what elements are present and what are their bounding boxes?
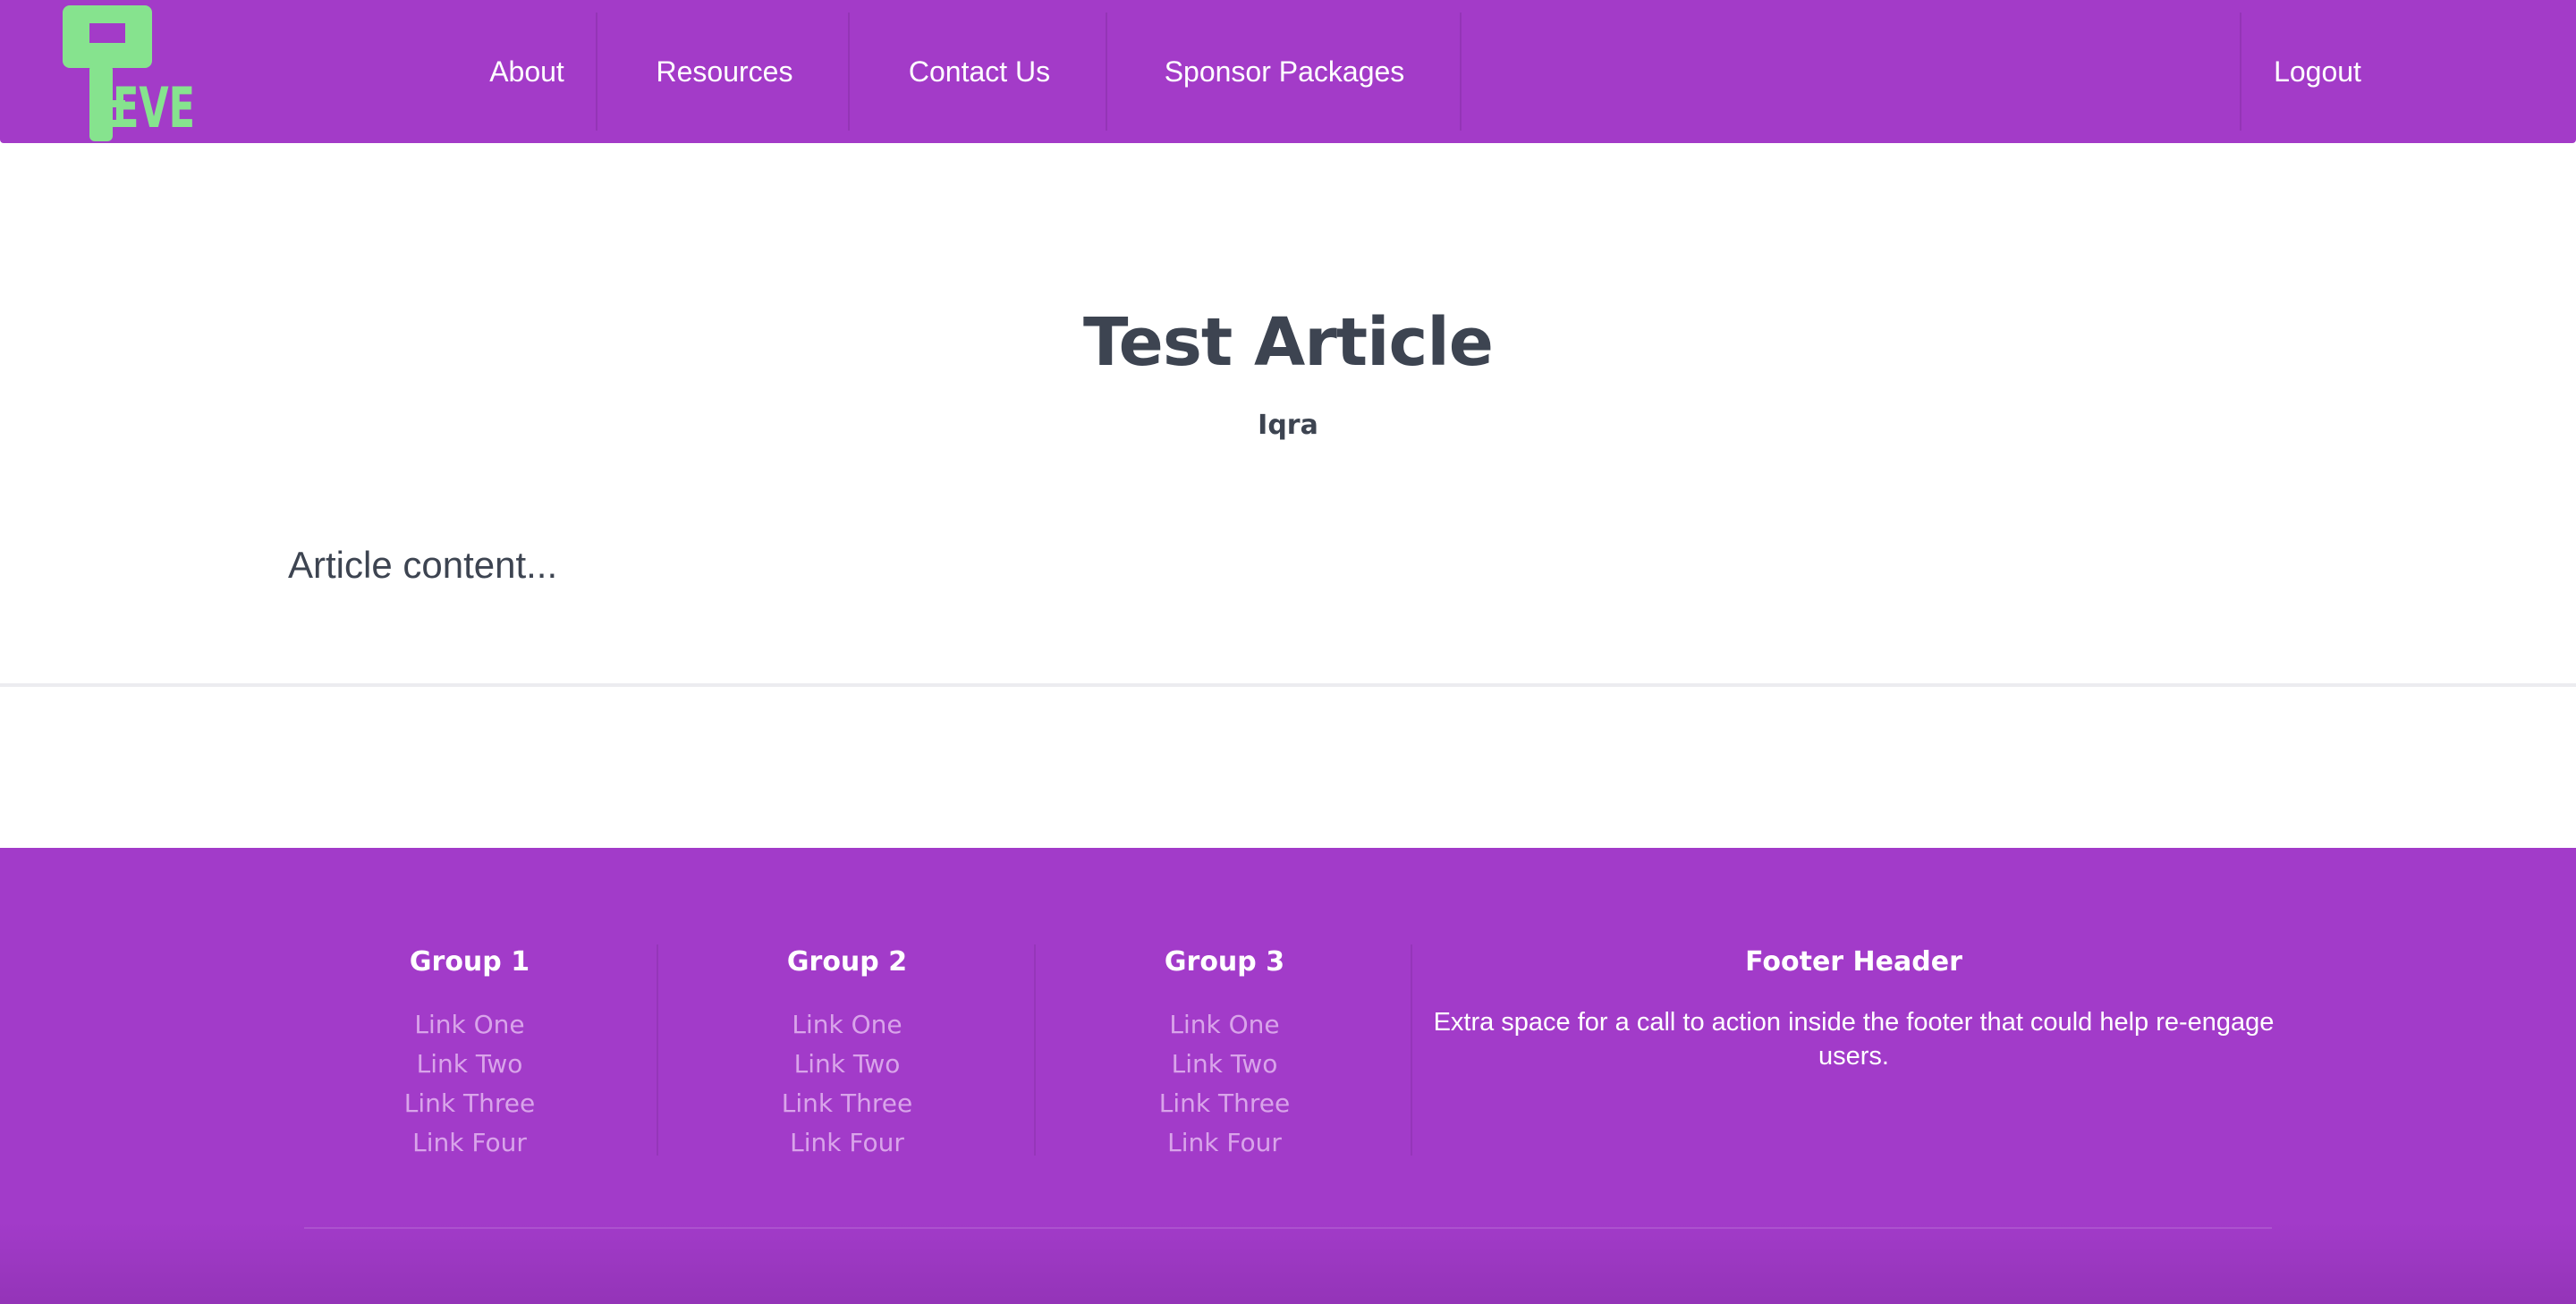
nav-contact-us-link[interactable]: Contact Us (852, 13, 1107, 131)
article-author: Iqra (1258, 410, 1318, 441)
footer-group-1: Group 1 Link One Link Two Link Three Lin… (282, 946, 657, 1163)
footer-link-two[interactable]: Link Two (1037, 1045, 1412, 1084)
footer-divider (1411, 944, 1412, 1156)
eve-key-logo[interactable]: EVE (63, 5, 197, 141)
nav-resources-link[interactable]: Resources (599, 13, 850, 131)
footer-link-three[interactable]: Link Three (659, 1084, 1035, 1123)
footer-group-title: Group 1 (409, 946, 530, 978)
nav-divider (1106, 13, 1107, 131)
article-content: Article content... (288, 544, 558, 586)
footer-group-3: Group 3 Link One Link Two Link Three Lin… (1037, 946, 1412, 1163)
logo-text: EVE (113, 75, 195, 140)
nav-about-link[interactable]: About (460, 13, 594, 131)
footer-link-four[interactable]: Link Four (1037, 1123, 1412, 1163)
footer-link-one[interactable]: Link One (659, 1005, 1035, 1045)
footer-cta-title: Footer Header (1745, 946, 1962, 978)
footer-cta: Footer Header Extra space for a call to … (1422, 946, 2285, 1073)
footer-link-four[interactable]: Link Four (659, 1123, 1035, 1163)
site-footer: Group 1 Link One Link Two Link Three Lin… (0, 848, 2576, 1304)
nav-sponsor-packages-link[interactable]: Sponsor Packages (1109, 13, 1460, 131)
footer-link-three[interactable]: Link Three (282, 1084, 657, 1123)
footer-bottom-divider (304, 1227, 2272, 1229)
top-navbar: EVE About Resources Contact Us Sponsor P… (0, 0, 2576, 143)
footer-link-one[interactable]: Link One (282, 1005, 657, 1045)
footer-link-one[interactable]: Link One (1037, 1005, 1412, 1045)
footer-group-title: Group 3 (1164, 946, 1285, 978)
footer-group-2: Group 2 Link One Link Two Link Three Lin… (659, 946, 1035, 1163)
footer-link-three[interactable]: Link Three (1037, 1084, 1412, 1123)
nav-divider (596, 13, 597, 131)
footer-link-four[interactable]: Link Four (282, 1123, 657, 1163)
footer-cta-text: Extra space for a call to action inside … (1433, 1008, 2275, 1071)
footer-link-two[interactable]: Link Two (282, 1045, 657, 1084)
article-title: Test Article (1083, 304, 1494, 381)
footer-group-title: Group 2 (786, 946, 908, 978)
footer-link-two[interactable]: Link Two (659, 1045, 1035, 1084)
footer-divider (657, 944, 658, 1156)
content-divider (0, 683, 2576, 687)
key-icon: EVE (63, 5, 195, 141)
page: EVE About Resources Contact Us Sponsor P… (0, 0, 2576, 1304)
footer-divider (1034, 944, 1036, 1156)
nav-divider (1460, 13, 1462, 131)
logout-link[interactable]: Logout (2241, 13, 2394, 131)
nav-divider (848, 13, 850, 131)
